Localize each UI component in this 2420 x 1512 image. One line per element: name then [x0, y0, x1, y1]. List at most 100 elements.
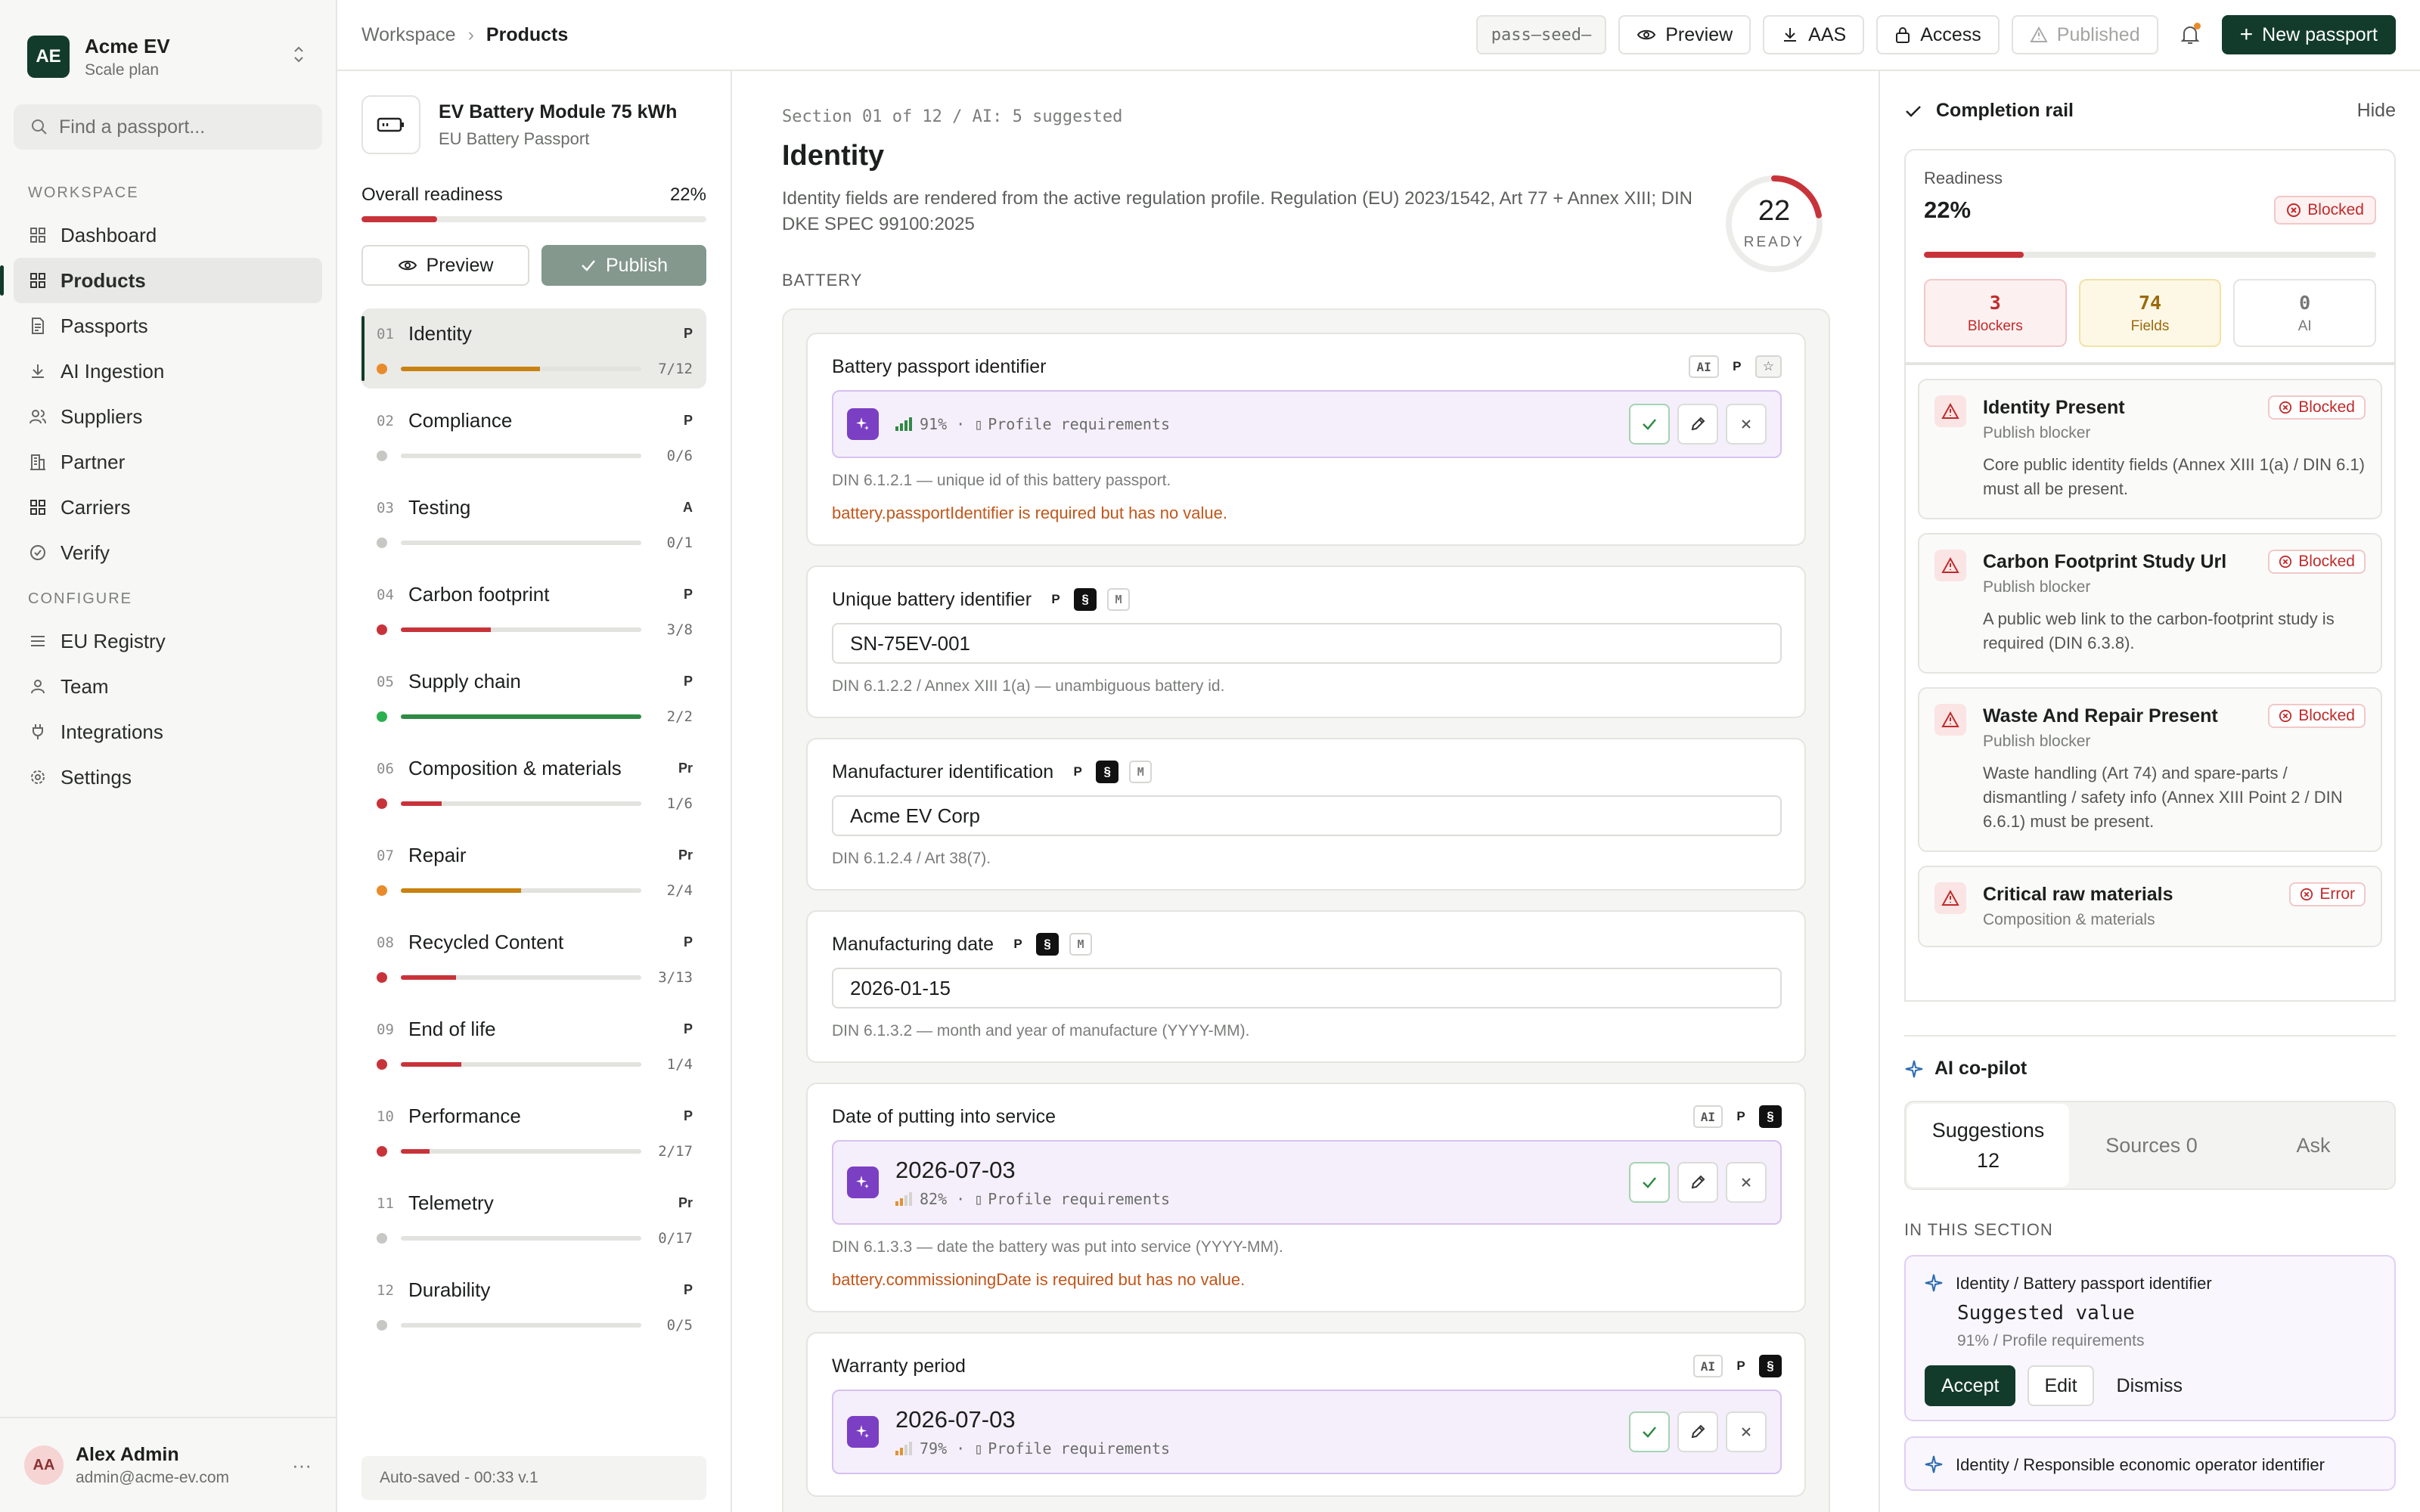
more-icon[interactable]: ··· [292, 1454, 312, 1477]
section-tag: Pr [678, 1195, 693, 1210]
section-title: Compliance [408, 409, 513, 432]
stat-value: 3 [1989, 291, 2001, 314]
sidebar-item-eu-registry[interactable]: EU Registry [14, 618, 322, 664]
section-title: Telemetry [408, 1191, 494, 1214]
blocker-card[interactable]: Identity Present Blocked Publish blocker Co… [1918, 379, 2382, 519]
section-item[interactable]: 10 Performance P 2/17 [361, 1091, 706, 1171]
dismiss-suggestion-button[interactable] [1726, 1411, 1767, 1452]
sidebar-item-dashboard[interactable]: Dashboard [14, 212, 322, 258]
field-error: battery.commissioningDate is required bu… [832, 1270, 1246, 1289]
sidebar-item-settings[interactable]: Settings [14, 754, 322, 800]
dismiss-suggestion-button[interactable] [1726, 1162, 1767, 1203]
new-passport-button[interactable]: + New passport [2221, 15, 2396, 54]
publish-button[interactable]: Publish [541, 245, 706, 286]
field-input[interactable]: SN-75EV-001 [832, 623, 1782, 664]
blocker-card[interactable]: Critical raw materials Error Composition &… [1918, 866, 2382, 947]
sidebar-item-carriers[interactable]: Carriers [14, 485, 322, 530]
suggestion-title: Identity / Responsible economic operator… [1956, 1455, 2325, 1474]
stat-blockers[interactable]: 3 Blockers [1924, 279, 2067, 347]
accept-suggestion-button[interactable] [1629, 1411, 1670, 1452]
check-icon [1643, 419, 1656, 430]
edit-suggestion-button[interactable] [1677, 1162, 1718, 1203]
section-title: End of life [408, 1018, 496, 1040]
aas-button[interactable]: AAS [1763, 15, 1865, 54]
section-title: Performance [408, 1105, 521, 1127]
section-item[interactable]: 02 Compliance P 0/6 [361, 395, 706, 476]
accept-suggestion-button[interactable] [1629, 1162, 1670, 1203]
stat-ai[interactable]: 0 AI [2233, 279, 2377, 347]
accept-button[interactable]: Accept [1925, 1365, 2016, 1406]
section-item[interactable]: 01 Identity P 7/12 [361, 308, 706, 389]
warning-icon [2030, 26, 2048, 42]
confidence-value: 79% [920, 1439, 948, 1458]
sidebar-item-integrations[interactable]: Integrations [14, 709, 322, 754]
stat-fields[interactable]: 74 Fields [2078, 279, 2222, 347]
field-help: DIN 6.1.2.4 / Art 38(7). [832, 850, 991, 867]
section-item[interactable]: 12 Durability P 0/5 [361, 1265, 706, 1345]
tab-suggestions[interactable]: Suggestions 12 [1907, 1104, 2069, 1187]
section-description: Identity fields are rendered from the ac… [782, 188, 1693, 234]
sidebar-item-team[interactable]: Team [14, 664, 322, 709]
search-input[interactable]: Find a passport... [14, 104, 322, 150]
section-item[interactable]: 11 Telemetry Pr 0/17 [361, 1178, 706, 1258]
bell-icon[interactable] [2170, 15, 2210, 54]
product-preview-button[interactable]: Preview [361, 245, 529, 286]
published-button[interactable]: Published [2011, 15, 2158, 54]
ring-label: READY [1743, 234, 1805, 250]
section-item[interactable]: 07 Repair Pr 2/4 [361, 830, 706, 910]
section-item[interactable]: 05 Supply chain P 2/2 [361, 656, 706, 736]
sidebar-item-ai-ingestion[interactable]: AI Ingestion [14, 349, 322, 394]
blocker-card[interactable]: Carbon Footprint Study Url Blocked Publish… [1918, 533, 2382, 674]
x-circle-icon [2279, 401, 2292, 414]
law-badge: § [1036, 933, 1060, 956]
battery-icon [361, 95, 420, 154]
tab-sources[interactable]: Sources 0 [2071, 1102, 2232, 1188]
user-menu[interactable]: AA Alex Admin admin@acme-ev.com ··· [0, 1417, 336, 1512]
status-label: Error [2319, 885, 2355, 903]
section-item[interactable]: 08 Recycled Content P 3/13 [361, 917, 706, 997]
sparkle-icon [847, 408, 879, 440]
blocker-card[interactable]: Waste And Repair Present Blocked Publish b… [1918, 687, 2382, 852]
breadcrumb-products: Products [486, 23, 569, 45]
sidebar-item-products[interactable]: Products [0, 258, 322, 303]
section-item[interactable]: 06 Composition & materials Pr 1/6 [361, 743, 706, 823]
section-status-dot [377, 1146, 387, 1157]
org-switcher[interactable]: AE Acme EV Scale plan [0, 0, 336, 83]
sidebar-item-suppliers[interactable]: Suppliers [14, 394, 322, 439]
dismiss-suggestion-button[interactable] [1726, 404, 1767, 445]
section-number: 12 [377, 1281, 394, 1299]
blocker-subtitle: Publish blocker [1983, 578, 2091, 596]
access-button[interactable]: Access [1876, 15, 2000, 54]
edit-button[interactable]: Edit [2028, 1365, 2094, 1406]
breadcrumb-workspace[interactable]: Workspace [361, 24, 456, 46]
section-progress [401, 714, 641, 719]
chevron-updown-icon[interactable] [289, 45, 309, 69]
section-item[interactable]: 09 End of life P 1/4 [361, 1004, 706, 1084]
sidebar-item-label: Verify [60, 541, 110, 564]
readiness-value: 22% [669, 184, 706, 205]
sidebar-item-verify[interactable]: Verify [14, 530, 322, 575]
rail-readiness-value: 22% [1924, 197, 1972, 223]
sidebar-item-partner[interactable]: Partner [14, 439, 322, 485]
ai-badge: AI [1692, 1355, 1723, 1377]
org-plan: Scale plan [85, 60, 160, 79]
preview-label: Preview [1665, 23, 1733, 45]
section-item[interactable]: 03 Testing A 0/1 [361, 482, 706, 562]
edit-suggestion-button[interactable] [1677, 404, 1718, 445]
sidebar-item-passports[interactable]: Passports [14, 303, 322, 349]
document-icon: ▯ [974, 1439, 984, 1458]
section-title: Identity [408, 322, 472, 345]
star-icon[interactable]: ☆ [1754, 355, 1782, 378]
tab-ask[interactable]: Ask [2232, 1102, 2394, 1188]
hide-button[interactable]: Hide [2357, 100, 2396, 122]
accept-suggestion-button[interactable] [1629, 404, 1670, 445]
field-input[interactable]: Acme EV Corp [832, 795, 1782, 836]
preview-button[interactable]: Preview [1618, 15, 1751, 54]
field-input[interactable]: 2026-01-15 [832, 968, 1782, 1009]
download-icon [32, 364, 44, 378]
section-item[interactable]: 04 Carbon footprint P 3/8 [361, 569, 706, 649]
stat-label: AI [2297, 318, 2312, 334]
edit-suggestion-button[interactable] [1677, 1411, 1718, 1452]
section-status-dot [377, 624, 387, 635]
dismiss-button[interactable]: Dismiss [2117, 1375, 2183, 1397]
